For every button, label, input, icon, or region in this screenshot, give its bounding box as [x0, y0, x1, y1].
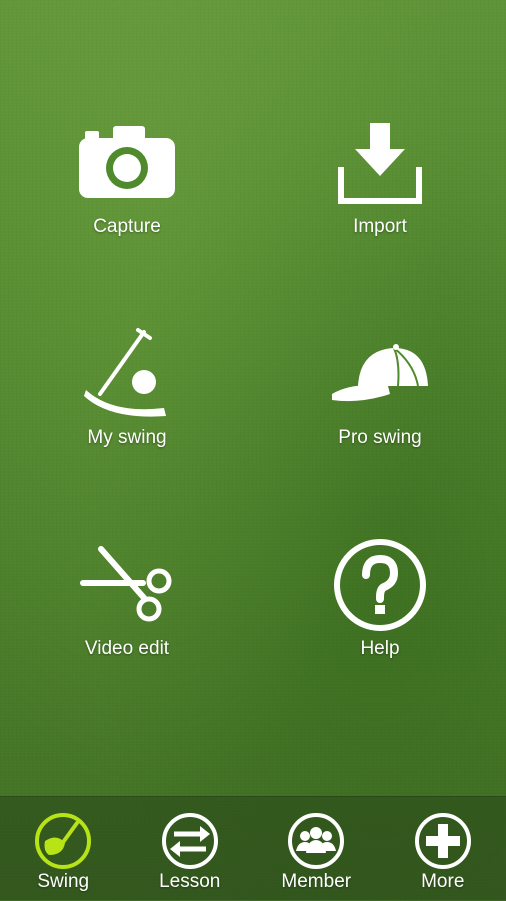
- video-edit-button[interactable]: Video edit: [27, 540, 227, 690]
- tab-lesson-label: Lesson: [159, 871, 220, 893]
- tab-member[interactable]: Member: [253, 797, 380, 901]
- golf-club-head-icon: [33, 811, 93, 871]
- scissors-icon: [72, 540, 182, 630]
- import-button[interactable]: Import: [280, 118, 480, 268]
- my-swing-label: My swing: [87, 427, 166, 449]
- pro-swing-label: Pro swing: [338, 427, 421, 449]
- capture-label: Capture: [93, 216, 161, 238]
- tab-swing[interactable]: Swing: [0, 797, 127, 901]
- tab-more-label: More: [421, 871, 464, 893]
- import-label: Import: [353, 216, 407, 238]
- tab-more[interactable]: More: [380, 797, 506, 901]
- help-label: Help: [360, 638, 399, 660]
- tab-bar: Swing Lesson Member: [0, 796, 506, 901]
- group-icon: [286, 811, 346, 871]
- cap-icon: [325, 329, 435, 419]
- main-menu-grid: Capture Import My swing: [0, 0, 506, 796]
- my-swing-button[interactable]: My swing: [27, 329, 227, 479]
- download-icon: [325, 118, 435, 208]
- question-circle-icon: [325, 540, 435, 630]
- plus-icon: [413, 811, 473, 871]
- capture-button[interactable]: Capture: [27, 118, 227, 268]
- tab-member-label: Member: [281, 871, 351, 893]
- video-edit-label: Video edit: [85, 638, 169, 660]
- camera-icon: [72, 118, 182, 208]
- tab-lesson[interactable]: Lesson: [127, 797, 254, 901]
- help-button[interactable]: Help: [280, 540, 480, 690]
- arrows-swap-icon: [160, 811, 220, 871]
- golf-club-ball-icon: [72, 329, 182, 419]
- pro-swing-button[interactable]: Pro swing: [280, 329, 480, 479]
- tab-swing-label: Swing: [37, 871, 89, 893]
